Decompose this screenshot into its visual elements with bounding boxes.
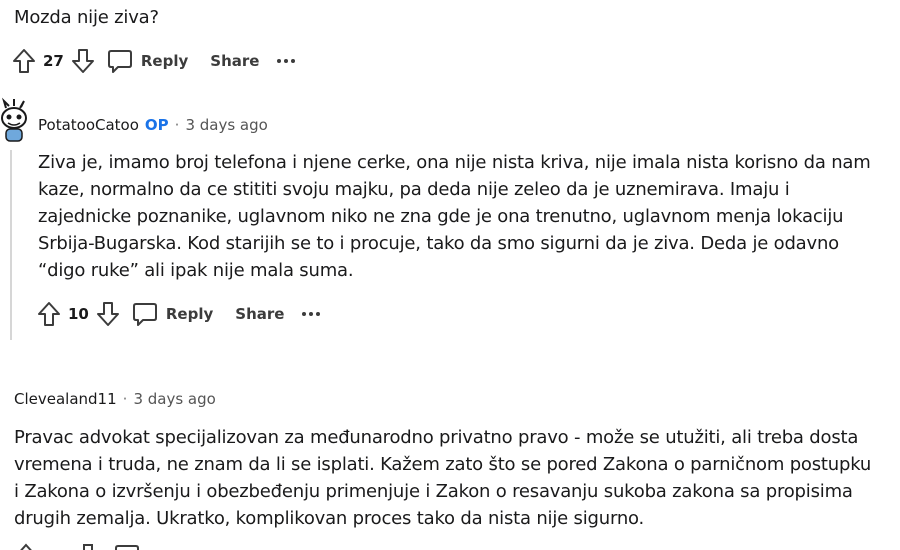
upvote-arrow-icon[interactable] xyxy=(37,301,61,327)
vote-count: 10 xyxy=(68,305,89,323)
downvote-arrow-icon[interactable] xyxy=(96,301,120,327)
comment-meta: Clevealand11 · 3 days ago xyxy=(14,390,216,408)
comment-line: Ziva je, imamo broj telefona i njene cer… xyxy=(38,152,871,173)
speech-bubble-icon[interactable] xyxy=(114,543,140,550)
separator-dot: · xyxy=(122,390,128,408)
reply-label: Reply xyxy=(165,305,214,323)
comment-line: i Zakona o izvršenju i obezbeđenju prime… xyxy=(14,481,853,502)
comment-text-top: Mozda nije ziva? xyxy=(14,7,159,28)
comment-line: Srbija-Bugarska. Kod starijih se to i pr… xyxy=(38,233,839,254)
snoo-avatar-icon xyxy=(1,97,27,142)
share-button[interactable]: Share xyxy=(235,305,284,323)
ellipsis-icon[interactable] xyxy=(277,59,296,63)
username-link[interactable]: Clevealand11 xyxy=(14,390,117,408)
op-badge: OP xyxy=(144,116,169,134)
comment-line: drugih zemalja. Ukratko, komplikovan pro… xyxy=(14,508,645,529)
ellipsis-icon[interactable] xyxy=(302,312,321,316)
comment-actions-reply: 10 Reply Share xyxy=(37,299,321,329)
share-button[interactable]: Share xyxy=(210,52,259,70)
reply-label: Reply xyxy=(140,52,189,70)
upvote-arrow-icon[interactable] xyxy=(12,48,36,74)
comment-actions-top: 27 Reply Share xyxy=(12,46,296,76)
comment-line: vremena i truda, ne znam da li se isplat… xyxy=(14,454,872,475)
reply-button[interactable]: Reply xyxy=(132,301,213,327)
upvote-arrow-icon[interactable] xyxy=(14,543,38,550)
timestamp: 3 days ago xyxy=(185,116,268,134)
comment-line: Pravac advokat specijalizovan za međunar… xyxy=(14,427,859,448)
timestamp: 3 days ago xyxy=(133,390,216,408)
comment-line: kaze, normalno da ce stititi svoju majku… xyxy=(38,179,790,200)
downvote-arrow-icon[interactable] xyxy=(71,48,95,74)
username-link[interactable]: PotatooCatoo xyxy=(38,116,139,134)
speech-bubble-icon xyxy=(107,50,132,73)
avatar[interactable] xyxy=(0,96,30,144)
comment-actions-third xyxy=(14,543,154,550)
comment-line: zajednicke poznanike, uglavnom niko ne z… xyxy=(38,206,844,227)
speech-bubble-icon xyxy=(132,303,157,326)
reply-button[interactable]: Reply xyxy=(107,48,188,74)
thread-line[interactable] xyxy=(10,150,12,340)
vote-count: 27 xyxy=(43,52,64,70)
downvote-arrow-icon[interactable] xyxy=(76,543,100,550)
comment-line: “digo ruke” ali ipak nije mala suma. xyxy=(38,260,354,281)
separator-dot: · xyxy=(174,116,180,134)
comment-meta: PotatooCatoo OP · 3 days ago xyxy=(38,116,268,134)
